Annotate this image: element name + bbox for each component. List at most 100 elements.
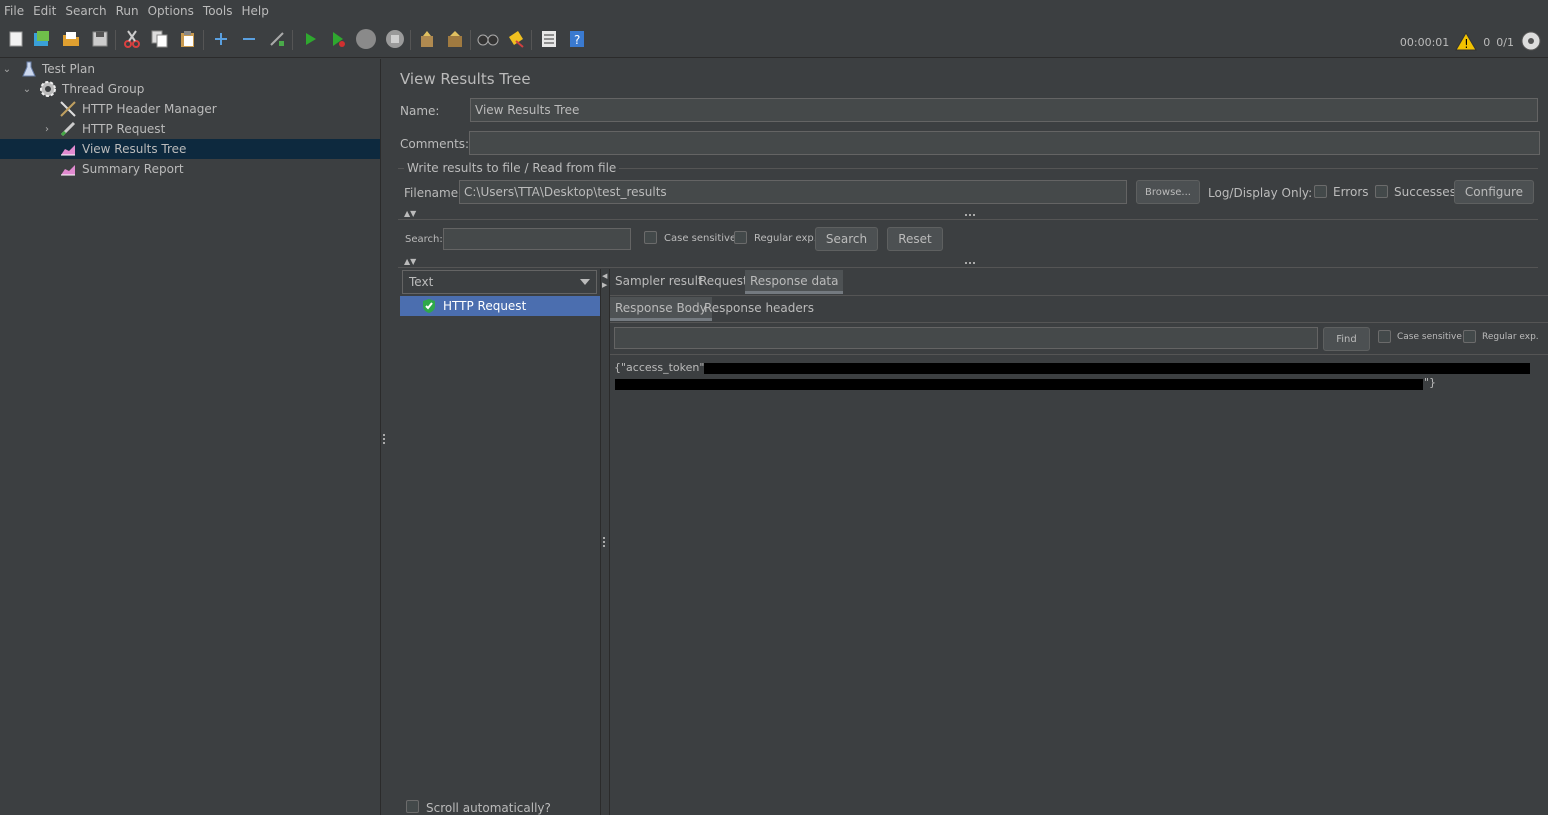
find-case-sensitive-checkbox[interactable]	[1378, 330, 1391, 343]
menu-run[interactable]: Run	[116, 4, 139, 18]
chart-icon	[59, 140, 77, 158]
tree-item-http-request[interactable]: › HTTP Request	[0, 119, 380, 139]
clear-icon[interactable]	[416, 28, 438, 50]
regular-exp-label: Regular exp.	[754, 233, 817, 244]
menu-search[interactable]: Search	[65, 4, 106, 18]
case-sensitive-label: Case sensitive	[664, 233, 737, 244]
chevron-down-icon	[580, 279, 590, 285]
new-icon[interactable]	[5, 28, 27, 50]
tree-item-label: Test Plan	[42, 62, 95, 76]
search-input[interactable]	[443, 228, 631, 250]
menu-tools[interactable]: Tools	[203, 4, 233, 18]
tree-item-label: Thread Group	[62, 82, 145, 96]
reset-search-icon[interactable]	[505, 28, 527, 50]
page-title: View Results Tree	[400, 70, 531, 88]
errors-checkbox[interactable]	[1314, 185, 1327, 198]
renderer-select[interactable]: Text	[402, 270, 597, 294]
pen-icon	[59, 120, 77, 138]
find-case-sensitive-label: Case sensitive	[1397, 332, 1462, 342]
start-icon[interactable]	[299, 28, 321, 50]
help-icon[interactable]: ?	[566, 28, 588, 50]
menu-options[interactable]: Options	[148, 4, 194, 18]
templates-icon[interactable]	[31, 28, 53, 50]
comments-label: Comments:	[400, 137, 470, 151]
menu-file[interactable]: File	[4, 4, 24, 18]
divider	[610, 354, 1548, 355]
menu-edit[interactable]: Edit	[33, 4, 56, 18]
open-icon[interactable]	[60, 28, 82, 50]
name-label: Name:	[400, 104, 440, 118]
subtab-response-body[interactable]: Response Body	[610, 297, 712, 321]
search-case-sensitive-checkbox[interactable]	[644, 231, 657, 244]
find-input[interactable]	[614, 327, 1318, 349]
collapse-arrows-icon[interactable]: ◀ ▶	[602, 272, 607, 290]
tree-item-thread-group[interactable]: ⌄ Thread Group	[0, 79, 380, 99]
scroll-auto-label: Scroll automatically?	[426, 801, 551, 815]
expand-icon[interactable]	[210, 28, 232, 50]
reset-button[interactable]: Reset	[887, 227, 943, 251]
copy-icon[interactable]	[149, 28, 171, 50]
search-icon[interactable]	[477, 28, 499, 50]
divider	[398, 219, 1538, 220]
redacted-token	[704, 363, 1530, 374]
chevron-down-icon[interactable]: ⌄	[22, 84, 32, 95]
find-button[interactable]: Find	[1323, 327, 1370, 351]
view-results-tree-panel: View Results Tree Name: Comments: Write …	[390, 59, 1548, 815]
splitter-handle[interactable]	[965, 262, 975, 264]
elapsed-timer: 00:00:01	[1399, 36, 1450, 49]
successes-checkbox[interactable]	[1375, 185, 1388, 198]
collapse-icon[interactable]	[238, 28, 260, 50]
remote-status-icon	[1520, 30, 1542, 55]
comments-input[interactable]	[469, 131, 1540, 155]
shutdown-icon[interactable]	[384, 28, 406, 50]
cut-icon[interactable]	[121, 28, 143, 50]
paste-icon[interactable]	[177, 28, 199, 50]
collapse-arrows-icon[interactable]: ▲▼	[404, 257, 416, 266]
start-no-pause-icon[interactable]	[327, 28, 349, 50]
save-icon[interactable]	[89, 28, 111, 50]
tab-response-data[interactable]: Response data	[745, 270, 844, 294]
menu-bar: File Edit Search Run Options Tools Help	[0, 0, 1548, 22]
search-label: Search:	[405, 234, 443, 245]
collapse-arrows-icon[interactable]: ▲▼	[404, 209, 416, 218]
browse-button[interactable]: Browse...	[1136, 180, 1200, 204]
log-display-label: Log/Display Only:	[1208, 186, 1313, 200]
errors-label: Errors	[1333, 185, 1369, 199]
chevron-right-icon[interactable]: ›	[42, 124, 52, 135]
tools-icon	[59, 100, 77, 118]
configure-button[interactable]: Configure	[1454, 180, 1534, 204]
results-splitter[interactable]	[600, 269, 601, 815]
function-helper-icon[interactable]	[538, 28, 560, 50]
find-regex-checkbox[interactable]	[1463, 330, 1476, 343]
tree-item-summary-report[interactable]: Summary Report	[0, 159, 380, 179]
response-body-suffix: "}	[1424, 376, 1437, 389]
successes-label: Successes	[1394, 185, 1456, 199]
main-splitter[interactable]	[381, 59, 389, 815]
tree-item-test-plan[interactable]: ⌄ Test Plan	[0, 59, 380, 79]
toolbar: ? 00:00:01 ! 0 0/1	[0, 22, 1548, 58]
tree-item-view-results-tree[interactable]: View Results Tree	[0, 139, 380, 159]
toggle-icon[interactable]	[266, 28, 288, 50]
subtab-response-headers[interactable]: Response headers	[699, 297, 819, 321]
scroll-auto-checkbox[interactable]	[406, 800, 419, 813]
search-button[interactable]: Search	[815, 227, 878, 251]
clear-all-icon[interactable]	[444, 28, 466, 50]
tab-request[interactable]: Request	[694, 270, 753, 294]
menu-help[interactable]: Help	[241, 4, 268, 18]
stop-icon[interactable]	[355, 28, 377, 50]
filename-input[interactable]	[459, 180, 1127, 204]
tree-item-label: HTTP Request	[82, 122, 166, 136]
search-regex-checkbox[interactable]	[734, 231, 747, 244]
result-item-http-request[interactable]: HTTP Request	[400, 296, 600, 316]
test-plan-tree: ⌄ Test Plan ⌄ Thread Group HTTP Header M…	[0, 59, 381, 815]
chevron-down-icon[interactable]: ⌄	[2, 64, 12, 75]
tree-item-http-header-manager[interactable]: HTTP Header Manager	[0, 99, 380, 119]
svg-text:?: ?	[574, 33, 580, 47]
divider	[610, 322, 1548, 323]
result-item-label: HTTP Request	[443, 299, 527, 313]
name-input[interactable]	[470, 98, 1538, 122]
warning-icon[interactable]: !	[1455, 31, 1478, 54]
splitter-handle[interactable]	[965, 214, 975, 216]
gear-icon	[39, 80, 57, 98]
divider	[610, 295, 1548, 296]
